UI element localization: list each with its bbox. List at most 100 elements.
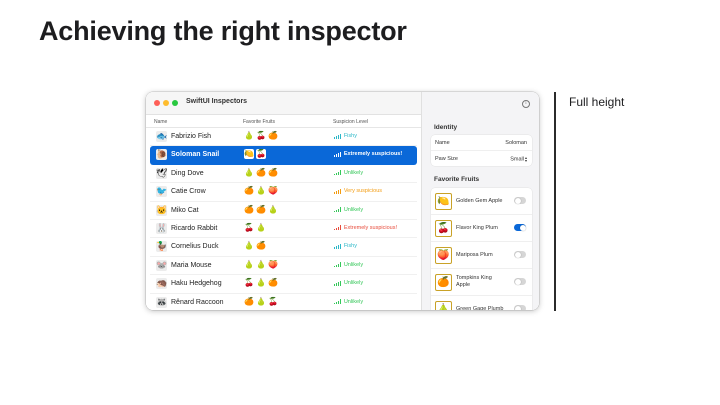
table-row[interactable]: 🐌 Soloman Snail 🍋 🍒 Extremely suspicious! [150, 146, 417, 165]
suspicion-label: Unlikely [343, 206, 364, 213]
table-row[interactable]: 🦝 Rênard Raccoon 🍊 🍐 🍒 Unlikely [150, 294, 417, 310]
suspects-table: Name Favorite Fruits Suspicion Level 🐟 Fa… [146, 115, 421, 310]
fruit-toggle[interactable] [514, 224, 526, 231]
fruit-icon: 🍋 [244, 149, 254, 160]
fruit-icon: 🍒 [256, 149, 266, 160]
fruit-toggle-row: 🍑 Mariposa Plum [431, 241, 532, 268]
fruit-icon: 🍐 [268, 204, 278, 214]
suspect-name: Haku Hedgehog [171, 280, 222, 288]
fruit-icon: 🍊 [435, 274, 452, 291]
name-field[interactable]: Soloman [505, 140, 527, 146]
minimize-window-button[interactable] [163, 100, 169, 106]
table-row[interactable]: 🕊 Ding Dove 🍐 🍊 🍊 Unlikely [150, 165, 417, 184]
favorite-fruits-cell: 🍐 🍊 🍊 [244, 168, 278, 179]
paw-size-label: Paw Size [435, 156, 458, 162]
fruit-toggle[interactable] [514, 278, 526, 285]
inspector-panel: i Identity Name Soloman Paw Size Small▴ ▾… [421, 92, 539, 310]
name-row: Name Soloman [431, 135, 532, 150]
column-header-name[interactable]: Name [154, 119, 167, 125]
fruit-icon: 🍐 [256, 259, 266, 269]
fruit-label: Mariposa Plum [456, 252, 493, 258]
name-label: Name [435, 140, 450, 146]
paw-size-value: Small [510, 156, 524, 163]
fruit-icon: 🍊 [268, 278, 278, 288]
suspicion-cell: Very suspicious [334, 188, 382, 194]
suspicion-label: Unlikely [343, 169, 364, 176]
fruit-label: Tompkins King Apple [456, 275, 492, 288]
suspicion-cell: Fishy [334, 133, 357, 139]
favorite-fruits-cell: 🍊 🍊 🍐 [244, 205, 278, 216]
fruit-icon: 🍐 [256, 186, 266, 196]
paw-size-row: Paw Size Small▴ ▾ [431, 150, 532, 166]
favorite-fruits-cell: 🍒 🍐 🍊 [244, 278, 278, 289]
slide-title: Achieving the right inspector [39, 16, 407, 46]
avatar: 🕊 [156, 167, 168, 179]
suspicion-label: Unlikely [343, 280, 364, 287]
fruit-icon: 🍊 [244, 296, 254, 306]
table-row[interactable]: 🦔 Haku Hedgehog 🍒 🍐 🍊 Unlikely [150, 275, 417, 294]
signal-bars-icon [334, 243, 341, 249]
fruit-toggle[interactable] [514, 305, 526, 310]
fruit-label: Green Gage Plumb [456, 306, 504, 310]
suspicion-label: Unlikely [343, 261, 364, 268]
signal-bars-icon [334, 207, 341, 213]
suspect-name: Ricardo Rabbit [171, 224, 218, 232]
avatar: 🦔 [156, 278, 168, 290]
fruit-toggle[interactable] [514, 197, 526, 204]
suspect-name: Ding Dove [171, 169, 204, 177]
full-height-line [554, 92, 556, 311]
signal-bars-icon [334, 225, 341, 231]
signal-bars-icon [334, 299, 341, 305]
column-header-fruits[interactable]: Favorite Fruits [243, 119, 275, 125]
fruit-icon: 🍒 [244, 222, 254, 232]
signal-bars-icon [334, 170, 341, 176]
fruit-icon: 🍒 [268, 296, 278, 306]
suspicion-label: Fishy [343, 243, 357, 250]
fruit-icon: 🍊 [244, 204, 254, 214]
signal-bars-icon [334, 280, 341, 286]
window: SwiftUI Inspectors Name Favorite Fruits … [146, 92, 539, 310]
table-header: Name Favorite Fruits Suspicion Level [146, 115, 421, 128]
paw-size-picker[interactable]: Small▴ ▾ [510, 156, 527, 163]
info-icon[interactable]: i [522, 100, 530, 108]
fruit-icon: 🍋 [435, 193, 452, 210]
table-row[interactable]: 🐟 Fabrizio Fish 🍐 🍒 🍊 Fishy [150, 128, 417, 147]
suspicion-label: Unlikely [343, 298, 364, 305]
fruit-toggle-row: 🍐 Green Gage Plumb [431, 295, 532, 310]
avatar: 🐌 [156, 149, 168, 161]
suspicion-cell: Extremely suspicious! [334, 151, 402, 157]
table-row[interactable]: 🐦 Catie Crow 🍊 🍐 🍑 Very suspicious [150, 183, 417, 202]
fruit-toggle[interactable] [514, 251, 526, 258]
fruit-icon: 🍊 [268, 131, 278, 140]
favorite-fruits-cell: 🍊 🍐 🍒 [244, 297, 278, 308]
fruit-icon: 🍐 [244, 241, 254, 251]
zoom-window-button[interactable] [172, 100, 178, 106]
close-window-button[interactable] [154, 100, 160, 106]
table-row[interactable]: 🐱 Miko Cat 🍊 🍊 🍐 Unlikely [150, 202, 417, 220]
favorite-fruits-cell: 🍐 🍐 🍑 [244, 260, 278, 271]
suspicion-cell: Extremely suspicious! [334, 225, 397, 231]
suspicion-label: Extremely suspicious! [343, 151, 403, 158]
fruit-icon: 🍑 [268, 186, 278, 196]
fruit-label: Flavor King Plum [456, 225, 498, 231]
column-header-suspicion[interactable]: Suspicion Level [333, 119, 368, 125]
favorite-fruits-cell: 🍐 🍊 [244, 241, 266, 252]
fruit-icon: 🍒 [435, 220, 452, 237]
fruit-toggle-row: 🍋 Golden Gem Apple [431, 188, 532, 214]
avatar: 🐟 [156, 131, 168, 142]
fruit-icon: 🍒 [256, 131, 266, 140]
table-row[interactable]: 🦆 Cornelius Duck 🍐 🍊 Fishy [150, 238, 417, 257]
suspect-name: Maria Mouse [171, 261, 212, 269]
suspicion-cell: Unlikely [334, 170, 363, 176]
avatar: 🐦 [156, 186, 168, 198]
avatar: 🐱 [156, 204, 168, 216]
suspicion-cell: Fishy [334, 243, 357, 249]
fruit-icon: 🍊 [256, 167, 266, 177]
titlebar: SwiftUI Inspectors [146, 92, 421, 115]
table-row[interactable]: 🐰 Ricardo Rabbit 🍒 🍐 Extremely suspicious! [150, 220, 417, 239]
table-row[interactable]: 🐭 Maria Mouse 🍐 🍐 🍑 Unlikely [150, 257, 417, 276]
fruit-icon: 🍐 [256, 278, 266, 288]
favorite-fruits-cell: 🍊 🍐 🍑 [244, 186, 278, 197]
fruit-icon: 🍊 [256, 241, 266, 251]
table-body: 🐟 Fabrizio Fish 🍐 🍒 🍊 Fishy 🐌 Soloman Snail 🍋 🍒 Ex… [146, 128, 421, 310]
